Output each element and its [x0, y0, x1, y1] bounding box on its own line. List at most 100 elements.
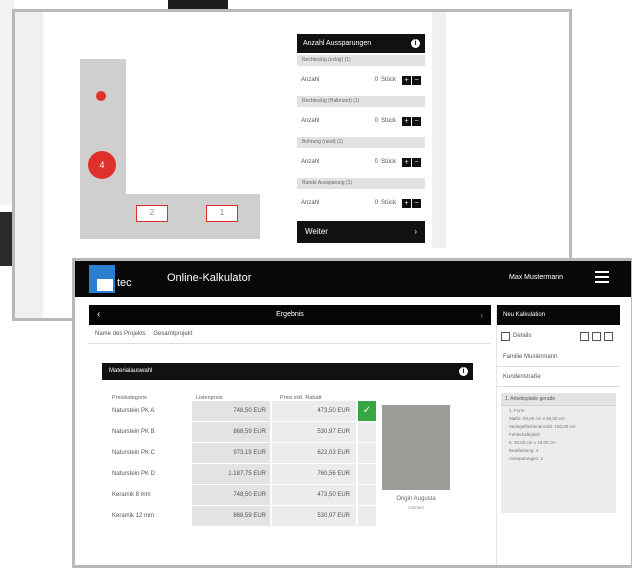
select-checkbox[interactable]: [358, 485, 376, 505]
quantity-row: Anzahl 0 Stück + −: [297, 107, 425, 135]
mail-icon[interactable]: [592, 331, 601, 341]
calculation-sidebar: Neu Kalkulation Details Familie Musterma…: [496, 305, 620, 565]
plus-icon[interactable]: +: [402, 157, 411, 167]
discounted-price: 473,50 EUR: [272, 401, 356, 421]
table-header: Preiskategorie Listenpreis Preis inkl. R…: [112, 388, 376, 401]
material-name: Naturstein PK C: [112, 450, 156, 456]
customer-address-field[interactable]: Kundenstraße: [497, 367, 620, 387]
select-checkbox[interactable]: [358, 464, 376, 484]
quantity-label: Anzahl: [301, 77, 320, 83]
table-row[interactable]: Keramik 12 mm 868,59 EUR 530,97 EUR: [112, 506, 376, 526]
calculator-window: tec Online-Kalkulator Max Mustermann ‹ E…: [72, 258, 632, 568]
cutout-rect-2[interactable]: 2: [136, 205, 168, 222]
document-icon[interactable]: [501, 331, 510, 341]
sample-caption: Origin Augusta: [396, 496, 436, 502]
quantity-unit: Stück: [381, 77, 397, 83]
plus-icon[interactable]: +: [402, 198, 411, 208]
cutout-marker-large[interactable]: 4: [88, 151, 116, 179]
sidebar-toolbar: Details: [497, 325, 620, 347]
material-name: Naturstein PK A: [112, 408, 155, 414]
material-selection-panel: Materialauswahl i Preiskategorie Listenp…: [102, 363, 473, 565]
quantity-unit: Stück: [381, 200, 397, 206]
list-price: 868,59 EUR: [192, 422, 270, 442]
select-checkbox[interactable]: [358, 443, 376, 463]
chevron-left-icon[interactable]: ‹: [97, 305, 100, 325]
info-icon[interactable]: i: [411, 39, 420, 48]
sample-subcaption: satiniert: [408, 505, 424, 510]
minus-icon[interactable]: −: [412, 75, 421, 85]
export-icon[interactable]: [580, 331, 589, 341]
cutout-count-panel: Anzahl Aussparungen i Rechteckig (eckig)…: [297, 34, 425, 243]
material-name: Naturstein PK B: [112, 429, 155, 435]
results-area: ‹ Ergebnis › Name des Projekts Gesamtpro…: [89, 305, 491, 565]
cutout-group: Rechteckig (eckig) (1) Anzahl 0 Stück + …: [297, 55, 425, 94]
cutout-group-title: Rechteckig (Halbrund) (1): [297, 96, 425, 107]
summary-line: Verlegeflächenanzahl: 150,00 cm: [509, 423, 576, 429]
quantity-value[interactable]: 0: [360, 159, 378, 165]
right-margin: [432, 12, 446, 248]
cutout-rect-1[interactable]: 1: [206, 205, 238, 222]
logo-mark-inner: [97, 279, 113, 291]
plus-icon[interactable]: +: [402, 116, 411, 126]
item-summary-title[interactable]: 1. Arbeitsplatte gerade: [501, 393, 616, 406]
plus-icon[interactable]: +: [402, 75, 411, 85]
company-logo[interactable]: tec: [89, 265, 141, 293]
summary-line: Fehlerhaftigkeit: [509, 431, 540, 437]
customer-name-field[interactable]: Familie Mustermann: [497, 347, 620, 367]
cutout-panel-title: Anzahl Aussparungen: [303, 40, 372, 47]
cutout-marker-small[interactable]: [96, 91, 106, 101]
details-link[interactable]: Details: [513, 333, 531, 339]
material-name: Naturstein PK D: [112, 471, 156, 477]
column-header: Preiskategorie: [112, 395, 148, 401]
results-title: Ergebnis: [276, 311, 304, 318]
quantity-label: Anzahl: [301, 118, 320, 124]
quantity-value[interactable]: 0: [360, 118, 378, 124]
chevron-right-icon: ›: [414, 227, 417, 236]
left-margin: [15, 12, 43, 318]
material-name: Keramik 8 mm: [112, 492, 151, 498]
minus-icon[interactable]: −: [412, 157, 421, 167]
summary-line: Aussparungen: 2: [509, 455, 544, 461]
quantity-unit: Stück: [381, 159, 397, 165]
project-row: Name des Projekts Gesamtprojekt: [89, 325, 491, 344]
countertop-sheet: [126, 59, 260, 194]
results-bar: ‹ Ergebnis ›: [89, 305, 491, 325]
table-row[interactable]: Naturstein PK D 1.187,75 EUR 760,56 EUR: [112, 464, 376, 484]
table-row[interactable]: Naturstein PK A 748,50 EUR 473,50 EUR ✓: [112, 401, 376, 421]
countertop-preview: 4 2 1: [80, 59, 260, 239]
quantity-value[interactable]: 0: [360, 77, 378, 83]
minus-icon[interactable]: −: [412, 116, 421, 126]
discounted-price: 530,97 EUR: [272, 506, 356, 526]
logo-text: tec: [117, 277, 132, 289]
select-checkbox[interactable]: [358, 422, 376, 442]
cutout-panel-header: Anzahl Aussparungen i: [297, 34, 425, 53]
list-price: 1.187,75 EUR: [192, 464, 270, 484]
project-name-label: Name des Projekts: [95, 331, 146, 337]
quantity-label: Anzahl: [301, 159, 320, 165]
cutout-group-title: Runde Aussparung (1): [297, 178, 425, 189]
list-price: 973,19 EUR: [192, 443, 270, 463]
next-button-label: Weiter: [305, 227, 328, 236]
new-calculation-button[interactable]: Neu Kalkulation: [497, 305, 620, 325]
hamburger-menu-icon[interactable]: [595, 271, 609, 283]
chevron-right-icon[interactable]: ›: [480, 305, 483, 325]
table-row[interactable]: Naturstein PK C 973,19 EUR 622,03 EUR: [112, 443, 376, 463]
quantity-value[interactable]: 0: [360, 200, 378, 206]
info-icon[interactable]: i: [459, 367, 468, 376]
summary-line: 6. 30,00 cm x 10,00 cm: [509, 439, 556, 445]
table-row[interactable]: Keramik 8 mm 748,50 EUR 473,50 EUR: [112, 485, 376, 505]
material-panel-title: Materialauswahl: [109, 368, 153, 374]
material-sample-image: [382, 405, 450, 490]
project-scope-label: Gesamtprojekt: [153, 331, 193, 337]
table-row[interactable]: Naturstein PK B 868,59 EUR 530,97 EUR: [112, 422, 376, 442]
next-button[interactable]: Weiter ›: [297, 221, 425, 243]
checkmark-icon[interactable]: ✓: [358, 401, 376, 421]
discounted-price: 473,50 EUR: [272, 485, 356, 505]
user-name[interactable]: Max Mustermann: [509, 274, 563, 281]
cutout-group: Rechteckig (Halbrund) (1) Anzahl 0 Stück…: [297, 96, 425, 135]
cutout-group: Runde Aussparung (1) Anzahl 0 Stück + −: [297, 178, 425, 217]
save-icon[interactable]: [604, 331, 613, 341]
list-price: 748,50 EUR: [192, 485, 270, 505]
minus-icon[interactable]: −: [412, 198, 421, 208]
discounted-price: 530,97 EUR: [272, 422, 356, 442]
